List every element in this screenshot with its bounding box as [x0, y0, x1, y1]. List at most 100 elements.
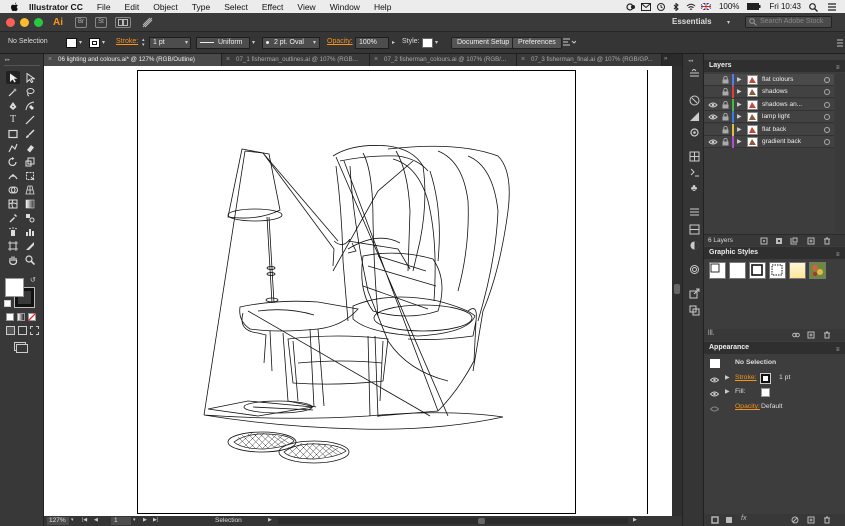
opacity-field[interactable]: 100% — [355, 37, 389, 49]
default-colors-icon[interactable] — [4, 300, 11, 307]
workspace-switcher[interactable]: Essentials — [672, 17, 712, 26]
create-sublayer-icon[interactable] — [790, 237, 798, 247]
first-artboard-icon[interactable]: |◀ — [82, 517, 87, 523]
appearance-stroke-weight[interactable]: 1 pt — [779, 371, 790, 385]
mail-icon[interactable] — [640, 2, 651, 11]
artboard-2-edge[interactable] — [647, 70, 672, 514]
uk-flag-icon[interactable] — [700, 1, 712, 11]
draw-behind-icon[interactable] — [18, 326, 27, 335]
appearance-stroke-label[interactable]: Stroke: — [735, 371, 757, 385]
preferences-button[interactable]: Preferences — [512, 37, 562, 49]
canvas-area[interactable] — [44, 66, 672, 516]
tools-panel-grip[interactable] — [4, 65, 40, 66]
align-options-icon[interactable] — [562, 38, 577, 50]
tab-lighting-and-colours[interactable]: × 06 lighting and colours.ai* @ 127% (RG… — [44, 54, 222, 66]
layer-lock-icon[interactable] — [722, 88, 729, 96]
layer-expand-icon[interactable]: ▶ — [737, 138, 742, 145]
color-mode-icon[interactable] — [6, 313, 14, 321]
gradient-tool-icon[interactable] — [23, 197, 37, 210]
layer-name[interactable]: shadows — [762, 86, 788, 98]
tools-panel-collapse-icon[interactable]: ▸▸ — [5, 57, 10, 63]
eraser-tool-icon[interactable] — [23, 141, 37, 154]
cc-icon[interactable] — [626, 2, 636, 11]
fill-color-box-front[interactable] — [5, 278, 24, 297]
layer-visibility-eye-icon[interactable] — [708, 100, 718, 110]
layer-lock-icon[interactable] — [722, 100, 729, 109]
duplicate-item-icon[interactable] — [807, 516, 815, 526]
layer-lock-icon[interactable] — [722, 113, 729, 121]
free-transform-tool-icon[interactable] — [23, 169, 37, 182]
layer-visibility-eye-icon[interactable] — [708, 87, 718, 97]
artboard-tool-icon[interactable] — [6, 239, 20, 252]
curvature-tool-icon[interactable] — [23, 99, 37, 112]
layer-row[interactable]: ▶ flat back — [704, 123, 834, 136]
style-swatch[interactable] — [422, 38, 433, 48]
appearance-fill-row[interactable]: ▶ Fill: — [704, 385, 845, 399]
artboard-dropdown-icon[interactable]: ▾ — [133, 517, 136, 523]
tab-fisherman-outlines[interactable]: × 07_1 fisherman_outlines.ai @ 107% (RGB… — [222, 54, 370, 66]
break-link-icon[interactable] — [792, 331, 800, 341]
appearance-panel-tab[interactable]: Appearance ≡ — [704, 342, 845, 354]
graphic-style-6[interactable] — [809, 262, 826, 279]
variable-width-profile[interactable]: Uniform — [196, 37, 250, 49]
horizontal-scroll-thumb[interactable] — [478, 518, 485, 524]
menu-file[interactable]: File — [97, 2, 111, 12]
align-panel-icon[interactable] — [688, 207, 700, 218]
stroke-expand-icon[interactable]: ▶ — [725, 371, 730, 385]
graphic-styles-menu-icon[interactable]: ≡ — [836, 249, 840, 261]
menu-select[interactable]: Select — [224, 2, 248, 12]
close-tab-icon[interactable]: × — [521, 54, 525, 66]
delete-graphic-style-icon[interactable] — [823, 331, 831, 341]
opacity-label[interactable]: Opacity: — [327, 38, 353, 45]
swap-fill-stroke-icon[interactable]: ↺ — [30, 276, 36, 284]
artboard-number-field[interactable]: 1 — [111, 517, 131, 525]
mesh-tool-icon[interactable] — [6, 197, 20, 210]
opacity-visibility-eye-icon[interactable] — [709, 404, 720, 418]
locate-object-icon[interactable] — [760, 237, 768, 247]
lasso-tool-icon[interactable] — [23, 85, 37, 98]
time-machine-icon[interactable] — [656, 2, 666, 11]
appearance-fill-label[interactable]: Fill: — [735, 385, 746, 399]
layer-target-icon[interactable] — [824, 89, 830, 96]
stroke-stepper[interactable]: ▴ ▾ — [142, 38, 148, 48]
menu-object[interactable]: Object — [153, 2, 178, 12]
layer-target-icon[interactable] — [824, 139, 830, 145]
graphic-style-default[interactable] — [709, 262, 726, 279]
horizontal-scrollbar[interactable] — [278, 518, 628, 524]
last-artboard-icon[interactable]: ▶| — [153, 517, 158, 523]
stroke-weight-dropdown-icon[interactable]: ▾ — [185, 39, 188, 46]
style-dropdown-icon[interactable]: ▾ — [435, 39, 438, 46]
layers-stack-icon[interactable] — [688, 305, 700, 316]
stroke-panel-icon[interactable] — [688, 167, 700, 178]
draw-inside-icon[interactable] — [30, 326, 39, 335]
stroke-swatch[interactable] — [89, 38, 100, 48]
notification-center-icon[interactable] — [827, 2, 837, 11]
menu-type[interactable]: Type — [192, 2, 210, 12]
artboard[interactable] — [137, 70, 576, 514]
previous-artboard-icon[interactable]: ◀ — [94, 517, 98, 523]
clear-appearance-icon[interactable] — [791, 516, 799, 526]
fill-swatch[interactable] — [66, 38, 77, 48]
profile-dropdown-icon[interactable]: ▾ — [252, 39, 255, 46]
delete-layer-icon[interactable] — [823, 237, 831, 247]
layer-lock-icon[interactable] — [722, 75, 729, 84]
stock-search-input[interactable]: Search Adobe Stock — [745, 16, 832, 28]
symbols-panel-icon[interactable] — [688, 151, 700, 162]
wifi-icon[interactable] — [686, 3, 696, 11]
width-tool-icon[interactable] — [6, 169, 20, 182]
menu-effect[interactable]: Effect — [262, 2, 284, 12]
graphic-styles-panel-tab[interactable]: Graphic Styles ≡ — [704, 247, 845, 259]
close-tab-icon[interactable]: × — [374, 54, 378, 66]
bridge-button[interactable]: Br — [75, 16, 87, 28]
export-panel-icon[interactable] — [688, 288, 700, 299]
vertical-scrollbar[interactable] — [672, 66, 682, 516]
layer-name[interactable]: shadows an... — [762, 99, 802, 111]
layer-name[interactable]: gradient back — [762, 136, 801, 148]
gpu-performance-icon[interactable] — [141, 17, 153, 28]
slice-tool-icon[interactable] — [23, 239, 37, 252]
make-clipping-mask-icon[interactable] — [775, 237, 783, 247]
direct-selection-tool-icon[interactable] — [23, 71, 37, 84]
scale-tool-icon[interactable] — [23, 155, 37, 168]
graphic-style-2[interactable] — [729, 262, 746, 279]
appearance-opacity-label[interactable]: Opacity: — [735, 400, 760, 414]
